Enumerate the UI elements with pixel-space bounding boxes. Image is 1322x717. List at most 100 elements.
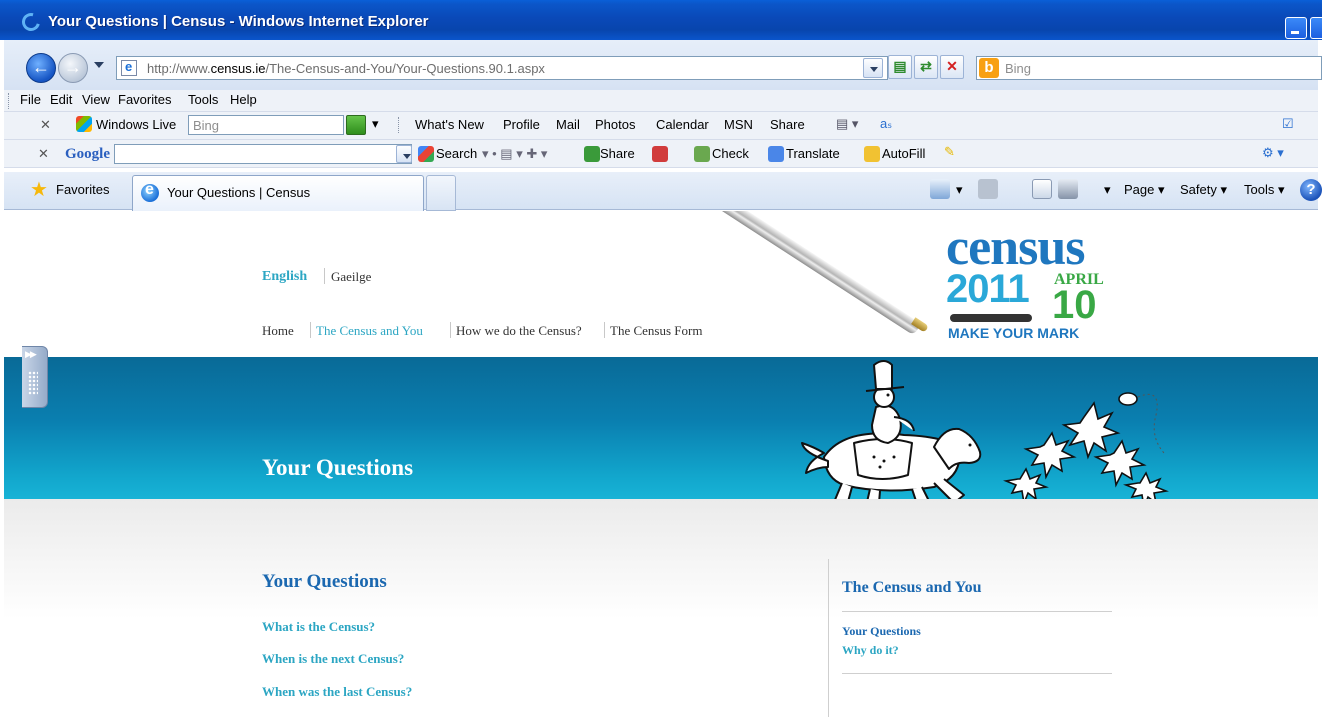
google-share-icon (584, 146, 600, 162)
google-share-button[interactable]: Share (600, 146, 635, 161)
nav-how-we-do[interactable]: How we do the Census? (456, 323, 582, 339)
safety-menu[interactable]: Safety ▾ (1180, 182, 1227, 198)
menu-grip[interactable] (8, 93, 11, 109)
nav-divider (310, 322, 311, 338)
live-whats-new[interactable]: What's New (415, 117, 484, 132)
live-calendar[interactable]: Calendar (656, 117, 709, 132)
windows-live-search-placeholder: Bing (193, 118, 220, 133)
read-mail-icon[interactable] (1032, 179, 1052, 199)
url-input[interactable]: http://www.census.ie/The-Census-and-You/… (116, 56, 888, 80)
live-profile[interactable]: Profile (503, 117, 540, 132)
sidebar-rule (842, 673, 1112, 674)
pen-graphic (712, 211, 922, 336)
logo-year: 2011 (946, 267, 1030, 311)
logo-tagline: MAKE YOUR MARK (948, 325, 1080, 341)
logo-day: 10 (1052, 283, 1097, 327)
windows-live-label[interactable]: Windows Live (96, 117, 176, 132)
live-translate-icon[interactable]: aₛ (880, 116, 892, 132)
nav-home[interactable]: Home (262, 323, 294, 339)
maximize-button[interactable] (1310, 17, 1322, 39)
sidebar-toggle-handle[interactable]: ▶▶ (22, 346, 48, 408)
nav-divider (604, 322, 605, 338)
compatibility-view-button[interactable]: ▤ (888, 55, 912, 79)
tab-your-questions[interactable]: Your Questions | Census (132, 175, 424, 211)
live-dropdown-icon[interactable]: ▾ (372, 116, 379, 132)
popup-blocker-icon[interactable] (652, 146, 668, 162)
google-settings-icon[interactable]: ⚙ ▾ (1262, 145, 1284, 161)
google-search-input[interactable] (114, 144, 412, 164)
menu-favorites[interactable]: Favorites (118, 92, 171, 107)
url-text: http://www.census.ie/The-Census-and-You/… (147, 61, 545, 76)
help-icon[interactable]: ? (1300, 179, 1322, 201)
close-google-toolbar-icon[interactable]: ✕ (38, 146, 49, 162)
forward-button[interactable]: → (58, 53, 88, 83)
google-search-icon (418, 146, 434, 162)
google-search-button[interactable]: Search (436, 146, 477, 161)
question-link[interactable]: What is the Census? (262, 619, 375, 635)
google-toolbar-icons[interactable]: ▾ • ▤ ▾ ✚ ▾ (482, 146, 547, 162)
google-search-dropdown[interactable] (396, 145, 412, 163)
windows-live-search-button[interactable] (346, 115, 366, 135)
sidebar-link-your-questions[interactable]: Your Questions (842, 624, 921, 639)
new-tab-button[interactable] (426, 175, 456, 211)
favorites-star-icon[interactable]: ★ (30, 180, 48, 200)
url-dropdown-button[interactable] (863, 58, 883, 78)
question-link[interactable]: When is the next Census? (262, 651, 404, 667)
menu-view[interactable]: View (82, 92, 110, 107)
page-icon (121, 59, 137, 76)
live-photos[interactable]: Photos (595, 117, 635, 132)
column-divider (828, 559, 829, 717)
logo-scribble (950, 314, 1032, 322)
menu-edit[interactable]: Edit (50, 92, 72, 107)
expand-arrows-icon: ▶▶ (25, 349, 37, 359)
title-bar: Your Questions | Census - Windows Intern… (0, 0, 1322, 40)
logo-census-word: census (946, 219, 1085, 276)
google-check-button[interactable]: Check (712, 146, 749, 161)
web-page: English Gaeilge Home The Census and You … (4, 211, 1318, 717)
print-icon[interactable] (1058, 179, 1078, 199)
live-mail[interactable]: Mail (556, 117, 580, 132)
recent-pages-dropdown[interactable] (94, 62, 104, 68)
nav-census-form[interactable]: The Census Form (610, 323, 702, 339)
window-title: Your Questions | Census - Windows Intern… (48, 13, 429, 30)
nav-census-and-you[interactable]: The Census and You (316, 323, 423, 339)
windows-live-search-input[interactable]: Bing (188, 115, 344, 135)
grip-dots-icon (28, 371, 38, 395)
language-english[interactable]: English (262, 269, 307, 285)
site-header: English Gaeilge Home The Census and You … (4, 211, 1318, 357)
home-dropdown-icon[interactable]: ▾ (956, 182, 963, 198)
live-highlight-icon[interactable]: ▤ ▾ (836, 116, 858, 132)
google-autofill-button[interactable]: AutoFill (882, 146, 925, 161)
toolbar-grip[interactable] (398, 117, 401, 133)
page-menu-label: Page (1124, 182, 1155, 197)
stop-button[interactable]: ✕ (940, 55, 964, 79)
tools-menu[interactable]: Tools ▾ (1244, 182, 1285, 198)
question-link[interactable]: When was the last Census? (262, 684, 412, 700)
sidebar-rule (842, 611, 1112, 612)
menu-tools[interactable]: Tools (188, 92, 218, 107)
live-msn[interactable]: MSN (724, 117, 753, 132)
close-toolbar-icon[interactable]: ✕ (40, 117, 51, 133)
minimize-button[interactable] (1285, 17, 1307, 39)
language-gaeilge[interactable]: Gaeilge (331, 269, 371, 285)
spell-check-icon (694, 146, 710, 162)
menu-file[interactable]: File (20, 92, 41, 107)
page-menu[interactable]: Page ▾ (1124, 182, 1165, 198)
sidebar-link-why-do-it[interactable]: Why do it? (842, 643, 899, 658)
print-dropdown-icon[interactable]: ▾ (1104, 182, 1111, 198)
favorites-button[interactable]: Favorites (56, 182, 109, 197)
google-logo: Google (65, 146, 110, 162)
back-button[interactable]: ← (26, 53, 56, 83)
menu-help[interactable]: Help (230, 92, 257, 107)
ie-logo-icon (18, 9, 44, 35)
search-placeholder: Bing (1005, 61, 1032, 76)
home-icon[interactable] (930, 179, 950, 199)
live-checkbox-icon[interactable]: ☑ (1282, 116, 1294, 132)
highlighter-icon[interactable]: ✎ (944, 144, 955, 160)
live-share[interactable]: Share (770, 117, 805, 132)
google-translate-button[interactable]: Translate (786, 146, 840, 161)
search-box[interactable]: b Bing (976, 56, 1322, 80)
refresh-button[interactable]: ⇄ (914, 55, 938, 79)
banner-title: Your Questions (262, 455, 414, 480)
feeds-icon[interactable] (978, 179, 998, 199)
